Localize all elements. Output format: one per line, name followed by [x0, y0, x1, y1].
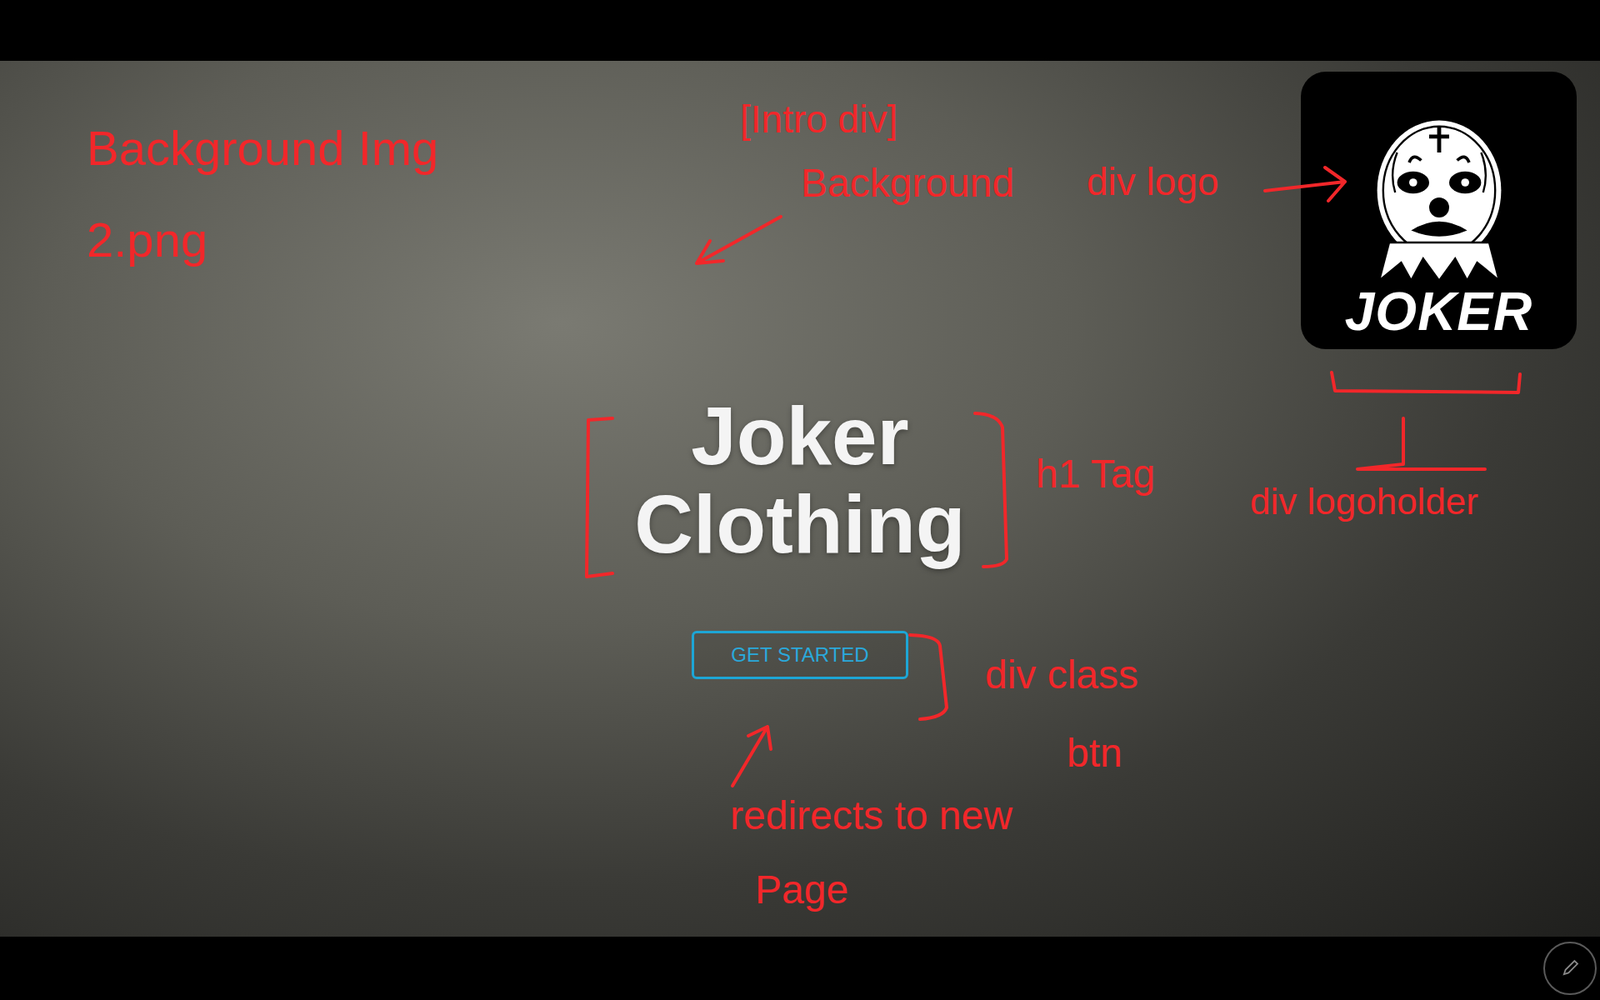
- annotation-redirect: redirects to newPage: [730, 779, 1013, 928]
- bottom-bar: [0, 936, 1600, 1000]
- pen-icon: [1555, 953, 1585, 984]
- slide-page: JOKER JokerClothing GET STARTED Background …: [0, 0, 1600, 1000]
- annotation-h1-tag: h1 Tag: [1035, 450, 1155, 499]
- annotation-div-logo: div logo: [1086, 159, 1220, 205]
- get-started-button[interactable]: GET STARTED: [691, 630, 908, 680]
- hero: JokerClothing GET STARTED: [0, 392, 1600, 680]
- intro-div: JOKER JokerClothing GET STARTED Background …: [0, 60, 1600, 937]
- logo-holder: JOKER: [1300, 71, 1577, 350]
- logo-text: JOKER: [1345, 282, 1534, 341]
- annotation-btn: div classbtn: [985, 635, 1139, 792]
- hero-title: JokerClothing: [634, 392, 965, 570]
- annotation-logoholder: div logoholder: [1250, 480, 1479, 525]
- annotation-background: Background: [800, 159, 1015, 208]
- annotation-background-img: Background Img2.png: [86, 102, 439, 286]
- top-bar: [0, 0, 1600, 61]
- logo[interactable]: JOKER: [1300, 71, 1577, 350]
- annotation-intro-div: [Intro div]: [740, 96, 898, 143]
- clown-icon: [1339, 112, 1540, 283]
- pen-button[interactable]: [1543, 941, 1597, 995]
